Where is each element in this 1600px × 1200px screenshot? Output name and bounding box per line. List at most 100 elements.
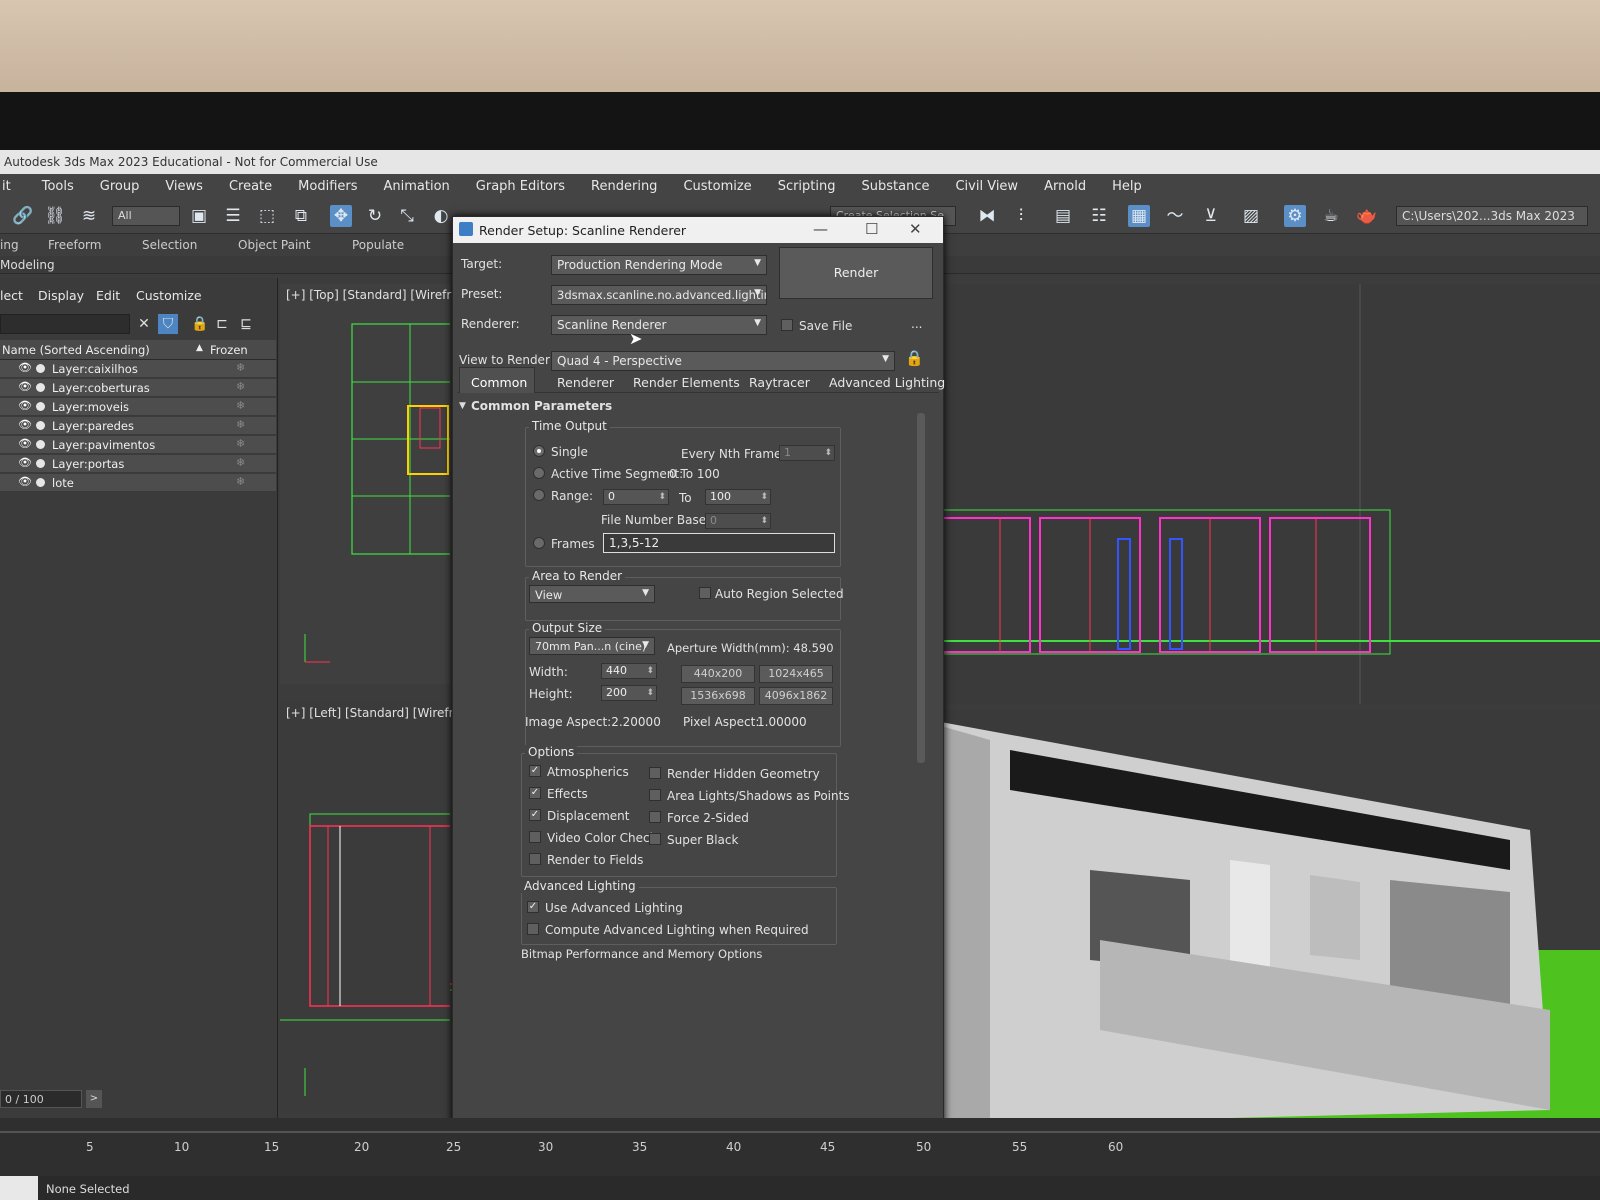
range-to-spinner[interactable]: 100 <box>705 489 771 505</box>
tab-renderer[interactable]: Renderer <box>557 375 614 390</box>
render-to-fields-checkbox[interactable] <box>529 853 541 865</box>
render-dot-icon[interactable] <box>36 402 45 411</box>
menu-item-substance[interactable]: Substance <box>849 179 943 194</box>
menu-item-civil-view[interactable]: Civil View <box>942 179 1031 194</box>
menu-item-tools[interactable]: Tools <box>29 179 87 194</box>
layer-row[interactable]: 👁 Layer:caixilhos ❄ <box>0 360 276 378</box>
single-radio[interactable] <box>533 445 545 457</box>
next-frame-icon[interactable]: > <box>86 1090 102 1108</box>
use-advanced-lighting-checkbox[interactable]: ✓ <box>527 901 539 913</box>
bind-space-warp-icon[interactable]: ≋ <box>78 205 100 227</box>
link-icon[interactable]: 🔗 <box>12 205 34 227</box>
frames-input[interactable]: 1,3,5-12 <box>603 533 835 553</box>
preset-button-1536x698[interactable]: 1536x698 <box>681 687 755 705</box>
menu-item-group[interactable]: Group <box>87 179 153 194</box>
visibility-icon[interactable]: 👁 <box>18 361 32 374</box>
layer-row[interactable]: 👁 lote ❄ <box>0 474 276 492</box>
render-dot-icon[interactable] <box>36 478 45 487</box>
frozen-icon[interactable]: ❄ <box>236 399 245 412</box>
curve-editor-icon[interactable]: 〜 <box>1164 205 1186 227</box>
rendered-frame-window-icon[interactable]: ☕ <box>1320 205 1342 227</box>
layer-row[interactable]: 👁 Layer:pavimentos ❄ <box>0 436 276 454</box>
ribbon-tab-populate[interactable]: Populate <box>352 238 404 252</box>
material-editor-icon[interactable]: ▨ <box>1240 205 1262 227</box>
area-dropdown[interactable]: View ▼ <box>529 585 655 603</box>
placement-icon[interactable]: ◐ <box>430 205 452 227</box>
menu-item-edit[interactable]: it <box>0 179 29 194</box>
render-production-icon[interactable]: 🫖 <box>1356 205 1378 227</box>
visibility-icon[interactable]: 👁 <box>18 399 32 412</box>
ribbon-tab-freeform[interactable]: Freeform <box>48 238 101 252</box>
viewport-left[interactable]: [+] [Left] [Standard] [Wirefran <box>280 702 469 1114</box>
explorer-menu-display[interactable]: Display <box>38 288 84 303</box>
compute-advanced-lighting-checkbox[interactable] <box>527 923 539 935</box>
save-file-checkbox[interactable] <box>781 319 793 331</box>
mirror-icon[interactable]: ⧓ <box>976 205 998 227</box>
explorer-search-input[interactable] <box>0 314 130 334</box>
pixel-aspect-value[interactable]: 1.00000 <box>757 715 807 729</box>
render-dot-icon[interactable] <box>36 364 45 373</box>
close-icon[interactable]: ✕ <box>909 220 922 238</box>
select-object-icon[interactable]: ▣ <box>188 205 210 227</box>
menu-item-arnold[interactable]: Arnold <box>1031 179 1099 194</box>
select-by-name-icon[interactable]: ☰ <box>222 205 244 227</box>
unlink-icon[interactable]: ⛓ <box>44 205 66 227</box>
video-color-check-checkbox[interactable] <box>529 831 541 843</box>
menu-item-graph-editors[interactable]: Graph Editors <box>463 179 578 194</box>
maximize-icon[interactable]: ☐ <box>865 220 878 238</box>
frozen-icon[interactable]: ❄ <box>236 456 245 469</box>
preset-dropdown[interactable]: 3dsmax.scanline.no.advanced.lighting ▼ <box>551 285 767 305</box>
layer-row[interactable]: 👁 Layer:paredes ❄ <box>0 417 276 435</box>
window-crossing-icon[interactable]: ⧉ <box>290 205 312 227</box>
menu-item-views[interactable]: Views <box>152 179 216 194</box>
visibility-icon[interactable]: 👁 <box>18 418 32 431</box>
column-name[interactable]: Name (Sorted Ascending) <box>2 343 150 357</box>
render-hidden-geometry-checkbox[interactable] <box>649 767 661 779</box>
preset-button-440x200[interactable]: 440x200 <box>681 665 755 683</box>
ribbon-tab-modeling[interactable]: ing <box>0 238 19 252</box>
super-black-checkbox[interactable] <box>649 833 661 845</box>
preset-button-4096x1862[interactable]: 4096x1862 <box>759 687 833 705</box>
frozen-icon[interactable]: ❄ <box>236 418 245 431</box>
hierarchy-icon[interactable]: ⊏ <box>212 314 232 334</box>
dialog-titlebar[interactable]: Render Setup: Scanline Renderer — ☐ ✕ <box>453 217 943 243</box>
minimize-icon[interactable]: — <box>813 220 828 238</box>
rectangular-selection-icon[interactable]: ⬚ <box>256 205 278 227</box>
range-from-spinner[interactable]: 0 <box>603 489 669 505</box>
atmospherics-checkbox[interactable]: ✓ <box>529 765 541 777</box>
file-number-base-spinner[interactable]: 0 <box>705 513 771 529</box>
range-radio[interactable] <box>533 489 545 501</box>
force-2-sided-checkbox[interactable] <box>649 811 661 823</box>
column-frozen[interactable]: Frozen <box>210 343 248 357</box>
dialog-scrollbar[interactable] <box>917 413 925 763</box>
menu-item-create[interactable]: Create <box>216 179 285 194</box>
render-setup-icon[interactable]: ⚙ <box>1284 205 1306 227</box>
layer-row[interactable]: 👁 Layer:moveis ❄ <box>0 398 276 416</box>
visibility-icon[interactable]: 👁 <box>18 475 32 488</box>
frozen-icon[interactable]: ❄ <box>236 437 245 450</box>
area-lights-points-checkbox[interactable] <box>649 789 661 801</box>
output-size-dropdown[interactable]: 70mm Pan...n (cine) ▼ <box>529 637 655 655</box>
viewport-front[interactable] <box>940 284 1600 704</box>
explorer-menu-edit[interactable]: Edit <box>96 288 120 303</box>
browse-output-button[interactable]: ... <box>911 317 922 331</box>
project-path-dropdown[interactable]: C:\Users\202...3ds Max 2023 <box>1396 206 1588 226</box>
menu-item-scripting[interactable]: Scripting <box>765 179 849 194</box>
effects-checkbox[interactable]: ✓ <box>529 787 541 799</box>
preset-button-1024x465[interactable]: 1024x465 <box>759 665 833 683</box>
every-nth-spinner[interactable]: 1 <box>779 445 835 461</box>
frozen-icon[interactable]: ❄ <box>236 380 245 393</box>
render-dot-icon[interactable] <box>36 383 45 392</box>
align-icon[interactable]: ⫶ <box>1010 205 1032 227</box>
render-button[interactable]: Render <box>779 247 933 299</box>
visibility-icon[interactable]: 👁 <box>18 380 32 393</box>
menu-item-rendering[interactable]: Rendering <box>578 179 670 194</box>
filter-icon[interactable]: ⛉ <box>158 314 178 334</box>
render-dot-icon[interactable] <box>36 459 45 468</box>
renderer-dropdown[interactable]: Scanline Renderer ▼ <box>551 315 767 335</box>
render-dot-icon[interactable] <box>36 421 45 430</box>
ribbon-tab-selection[interactable]: Selection <box>142 238 197 252</box>
tab-raytracer[interactable]: Raytracer <box>749 375 810 390</box>
menu-item-modifiers[interactable]: Modifiers <box>285 179 370 194</box>
frozen-icon[interactable]: ❄ <box>236 361 245 374</box>
